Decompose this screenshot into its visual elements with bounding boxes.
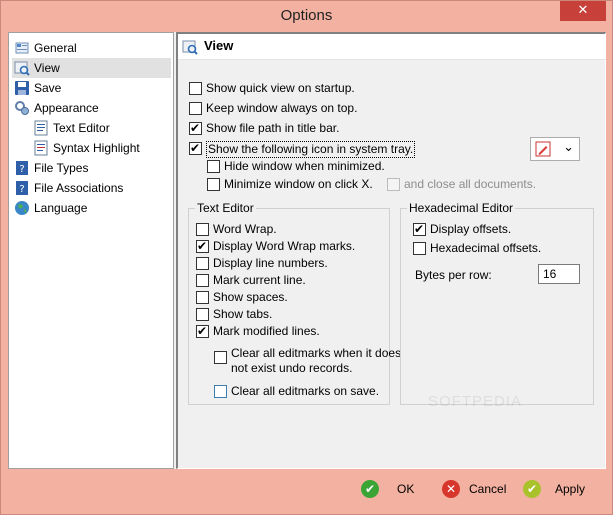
bytes-per-row-input[interactable]: 16 [538,264,580,284]
checkbox[interactable] [189,121,202,136]
nav-item-file-associations[interactable]: ? File Associations [12,178,123,198]
checkbox-label: Mark modified lines. [213,324,320,338]
nav-item-general[interactable]: General [12,38,77,58]
nav-item-label: View [34,61,60,75]
checkbox[interactable] [214,385,227,398]
cancel-icon: ✕ [442,480,460,498]
nav-item-save[interactable]: Save [12,78,61,98]
checkbox[interactable] [214,351,227,364]
checkbox[interactable] [413,222,426,237]
text-editor-icon [34,120,48,136]
checkbox-label: Keep window always on top. [206,101,358,115]
nav-item-view[interactable]: View [12,58,171,78]
options-window: Options ✕ General View Save Appearance T… [0,0,613,515]
checkbox[interactable] [196,239,209,254]
view-settings-panel: View Show quick view on startup. Keep wi… [176,32,606,469]
save-icon [15,81,29,95]
view-icon [14,61,30,76]
check-icon: ✔ [523,480,541,498]
panel-title: View [204,38,234,53]
checkbox[interactable] [196,223,209,236]
checkbox-label: Clear all editmarks when it does not exi… [231,346,401,376]
nav-item-label: File Associations [34,181,124,195]
globe-icon [15,201,29,215]
checkbox[interactable] [189,102,202,115]
svg-text:?: ? [19,184,24,195]
file-associations-icon: ? [16,181,28,195]
view-icon [182,40,198,55]
checkbox-label-line: Clear all editmarks when it does [231,346,402,360]
checkbox[interactable] [196,324,209,339]
checkbox-label: Hexadecimal offsets. [430,241,542,255]
nav-item-label: File Types [34,161,89,175]
ok-button[interactable]: ✔ OK [361,477,421,501]
general-icon [15,42,29,54]
checkbox[interactable] [413,242,426,255]
apply-label: Apply [555,482,586,496]
checkbox-label: Display Word Wrap marks. [213,239,356,253]
syntax-highlight-icon [34,140,48,156]
title-bar[interactable]: Options ✕ [1,1,612,31]
cancel-label: Cancel [469,482,507,496]
nav-item-text-editor[interactable]: Text Editor [31,118,110,138]
checkbox-label: Show quick view on startup. [206,81,355,95]
checkbox[interactable] [196,291,209,304]
bytes-per-row-label: Bytes per row: [415,268,492,282]
nav-item-label: Language [34,201,88,215]
checkbox[interactable] [387,178,400,191]
nav-item-label: Save [34,81,62,95]
text-editor-group: Text Editor Word Wrap. Display Word Wrap… [188,201,401,405]
nav-item-language[interactable]: Language [12,198,87,218]
nav-item-label: Appearance [34,101,99,115]
options-nav-tree: General View Save Appearance Text Editor… [8,32,174,469]
pencil-icon [535,141,551,157]
chevron-down-icon: ⌄ [563,140,574,155]
checkbox-label: Display offsets. [430,222,512,236]
checkbox-label: Clear all editmarks on save. [231,384,380,398]
file-types-icon: ? [16,161,28,175]
svg-text:?: ? [19,164,24,175]
checkbox[interactable] [196,257,209,270]
checkbox[interactable] [189,141,202,156]
checkbox-label: Hide window when minimized. [224,159,385,173]
group-title: Text Editor [195,201,256,215]
checkbox-label: Show spaces. [213,290,288,304]
checkbox-label: Word Wrap. [213,222,277,236]
checkbox-label: Show file path in title bar. [206,121,340,135]
hex-editor-group: Hexadecimal Editor Display offsets. Hexa… [400,201,594,405]
checkbox[interactable] [196,308,209,321]
check-icon: ✔ [361,480,379,498]
appearance-icon [15,101,29,115]
client-area: General View Save Appearance Text Editor… [8,32,606,469]
checkbox[interactable] [207,178,220,191]
checkbox[interactable] [196,274,209,287]
checkbox[interactable] [207,160,220,173]
close-button[interactable]: ✕ [560,1,606,21]
checkbox[interactable] [189,82,202,95]
window-title: Options [280,7,333,24]
checkbox-label: and close all documents. [404,177,537,191]
nav-item-label: General [34,41,77,55]
nav-item-syntax-highlight[interactable]: Syntax Highlight [31,138,140,158]
nav-item-label: Text Editor [53,121,110,135]
cancel-button[interactable]: ✕ Cancel [442,477,514,501]
nav-item-label: Syntax Highlight [53,141,140,155]
watermark: SOFTPEDIA [428,393,523,410]
nav-item-file-types[interactable]: ? File Types [12,158,88,178]
panel-header: View [178,34,606,60]
nav-item-appearance[interactable]: Appearance [12,98,99,118]
checkbox-label-line: not exist undo records. [231,361,353,375]
checkbox-label: Display line numbers. [213,256,328,270]
tray-icon-select[interactable]: ⌄ [530,137,580,161]
apply-button[interactable]: ✔ Apply [523,477,595,501]
checkbox-label: Show tabs. [213,307,273,321]
group-title: Hexadecimal Editor [407,201,516,215]
checkbox-label: Show the following icon in system tray. [206,141,416,158]
ok-label: OK [397,482,415,496]
checkbox-label: Mark current line. [213,273,306,287]
checkbox-label: Minimize window on click X. [224,177,373,191]
